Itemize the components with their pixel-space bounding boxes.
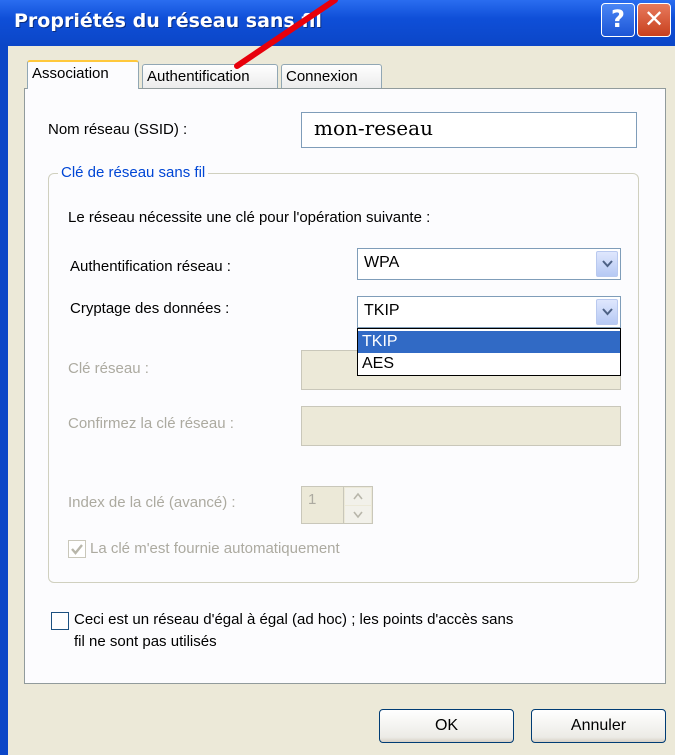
cancel-button[interactable]: Annuler — [531, 709, 666, 743]
tab-connexion[interactable]: Connexion — [281, 64, 382, 88]
stepper-down-button[interactable] — [345, 506, 371, 523]
ssid-label: Nom réseau (SSID) : — [48, 121, 188, 138]
key-index-value: 1 — [308, 491, 317, 508]
network-auth-label: Authentification réseau : — [70, 258, 231, 275]
dialog-window: Propriétés du réseau sans fil ? ✕ Associ… — [0, 0, 675, 755]
data-encryption-label: Cryptage des données : — [70, 300, 230, 317]
chevron-up-icon — [353, 492, 363, 500]
key-index-input[interactable]: 1 — [301, 486, 344, 524]
auto-key-checkbox[interactable] — [68, 540, 86, 558]
network-key-label: Clé réseau : — [68, 360, 149, 377]
auto-key-label: La clé m'est fournie automatiquement — [90, 540, 340, 557]
adhoc-label-line2: fil ne sont pas utilisés — [74, 633, 217, 650]
ssid-input[interactable]: mon-reseau — [301, 112, 637, 148]
data-encryption-dropdown-list[interactable]: TKIP AES — [357, 328, 621, 376]
dropdown-option-tkip[interactable]: TKIP — [358, 331, 620, 353]
window-title: Propriétés du réseau sans fil — [14, 10, 322, 32]
key-index-stepper[interactable] — [343, 486, 373, 524]
confirm-key-input[interactable] — [301, 406, 621, 446]
chevron-down-icon — [602, 308, 613, 316]
close-button[interactable]: ✕ — [637, 3, 671, 37]
ssid-value: mon-reseau — [314, 116, 433, 140]
help-button[interactable]: ? — [601, 3, 635, 37]
data-encryption-value: TKIP — [364, 302, 400, 319]
confirm-key-label: Confirmez la clé réseau : — [68, 415, 234, 432]
data-encryption-dropdown-button[interactable] — [596, 299, 618, 325]
adhoc-checkbox[interactable] — [51, 612, 69, 630]
checkmark-icon — [71, 544, 83, 555]
network-auth-select[interactable]: WPA — [357, 248, 621, 280]
key-requirement-text: Le réseau nécessite une clé pour l'opéra… — [68, 209, 431, 226]
chevron-down-icon — [353, 511, 363, 519]
tab-association[interactable]: Association — [27, 60, 139, 89]
key-index-label: Index de la clé (avancé) : — [68, 494, 236, 511]
chevron-down-icon — [602, 260, 613, 268]
network-auth-value: WPA — [364, 254, 400, 271]
window-border — [0, 46, 8, 755]
ok-button[interactable]: OK — [379, 709, 514, 743]
network-auth-dropdown-button[interactable] — [596, 251, 618, 277]
tab-authentification[interactable]: Authentification — [142, 64, 278, 88]
title-bar[interactable]: Propriétés du réseau sans fil ? ✕ — [0, 0, 675, 46]
stepper-up-button[interactable] — [345, 488, 371, 505]
adhoc-label-line1: Ceci est un réseau d'égal à égal (ad hoc… — [74, 611, 514, 628]
dropdown-option-aes[interactable]: AES — [358, 353, 620, 375]
data-encryption-select[interactable]: TKIP — [357, 296, 621, 328]
wireless-key-group-title: Clé de réseau sans fil — [58, 164, 209, 181]
